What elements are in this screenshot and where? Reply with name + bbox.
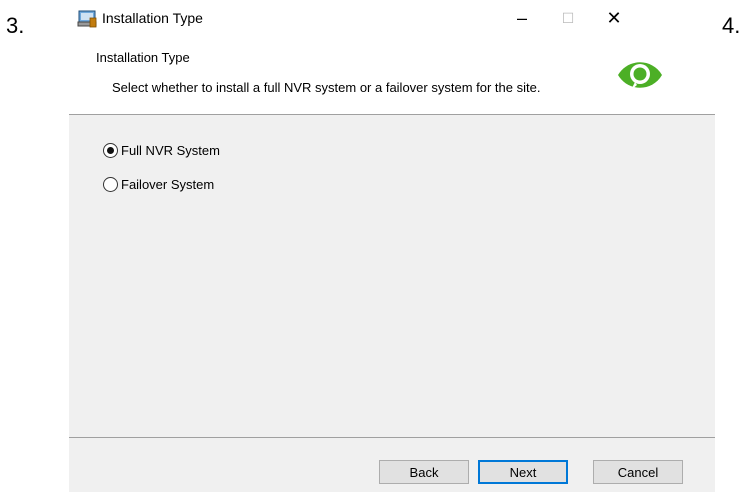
radio-unselected-icon[interactable] xyxy=(103,177,118,192)
installer-icon xyxy=(77,10,97,28)
option-failover[interactable]: Failover System xyxy=(103,177,214,192)
header-banner: Installation Type Select whether to inst… xyxy=(69,36,715,114)
radio-selected-icon[interactable] xyxy=(103,143,118,158)
options-panel: Full NVR System Failover System xyxy=(69,115,715,437)
installer-window: Installation Type – ☐ ✕ Installation Typ… xyxy=(69,0,715,492)
back-button[interactable]: Back xyxy=(379,460,469,484)
maximize-button[interactable]: ☐ xyxy=(545,0,591,36)
option-label: Failover System xyxy=(121,177,215,192)
step-number-3: 3. xyxy=(6,13,25,38)
page-description: Select whether to install a full NVR sys… xyxy=(112,80,541,95)
title-bar: Installation Type – ☐ ✕ xyxy=(69,0,715,36)
page-title: Installation Type xyxy=(96,50,190,65)
minimize-button[interactable]: – xyxy=(499,0,545,36)
next-button[interactable]: Next xyxy=(478,460,568,484)
cancel-button[interactable]: Cancel xyxy=(593,460,683,484)
step-number-4: 4. xyxy=(722,13,741,38)
window-title: Installation Type xyxy=(102,10,203,26)
option-label: Full NVR System xyxy=(121,143,220,158)
eye-logo-icon xyxy=(618,62,662,90)
close-button[interactable]: ✕ xyxy=(591,0,637,36)
option-full-nvr[interactable]: Full NVR System xyxy=(103,143,220,158)
button-bar: Back Next Cancel xyxy=(69,438,715,492)
